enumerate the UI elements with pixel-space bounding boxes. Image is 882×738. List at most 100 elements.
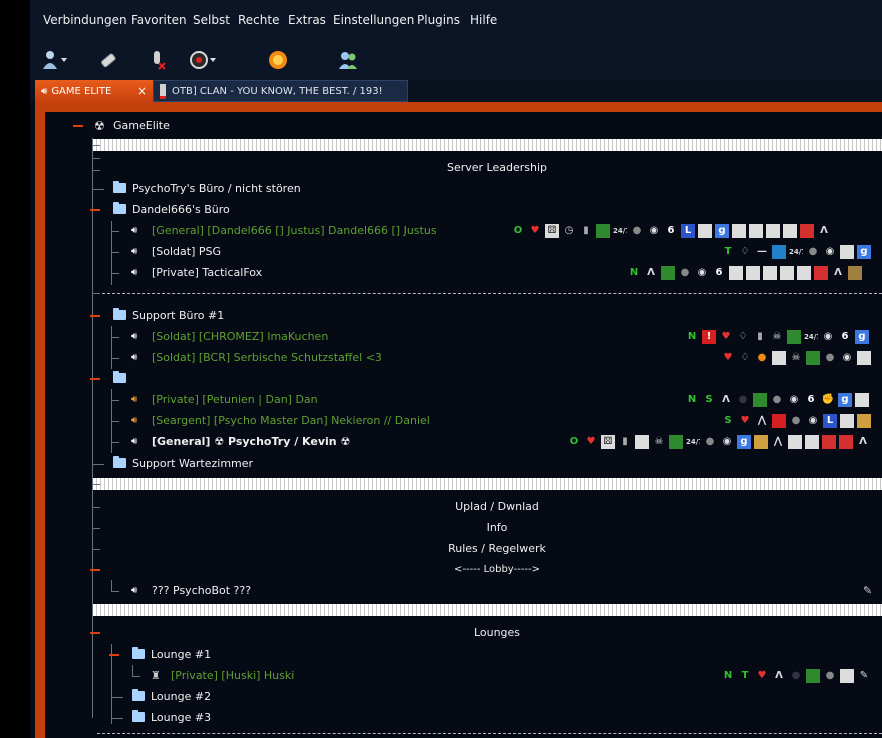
badge-o: O bbox=[513, 225, 523, 236]
tree-guide bbox=[111, 337, 119, 338]
channel-row[interactable]: PsychoTry's Büro / nicht stören bbox=[45, 179, 882, 199]
badge-row: T ♢ — 24/7 ● ◉ g bbox=[721, 245, 871, 259]
channel-row[interactable]: Support Wartezimmer bbox=[45, 454, 882, 474]
edit-icon: ✎ bbox=[863, 584, 873, 597]
tree-guide bbox=[111, 400, 119, 401]
speaker-icon: 🔊︎ bbox=[131, 331, 138, 342]
orb-icon: ◉ bbox=[842, 352, 852, 363]
channel-row[interactable] bbox=[45, 369, 882, 389]
menu-verbindungen[interactable]: Verbindungen bbox=[43, 13, 127, 27]
skull-icon: ☠ bbox=[654, 436, 664, 447]
client-row[interactable]: 🔊︎ [Soldat] PSG T ♢ — 24/7 ● ◉ g bbox=[45, 242, 882, 262]
speaker-icon: 🔊︎ bbox=[41, 85, 48, 97]
menu-rechte[interactable]: Rechte bbox=[238, 13, 279, 27]
red-badge-icon bbox=[822, 435, 836, 449]
channel-row[interactable]: Support Büro #1 bbox=[45, 306, 882, 326]
server-icon bbox=[160, 83, 166, 99]
mute-mic-icon[interactable] bbox=[143, 48, 173, 72]
spacer-title[interactable]: Server Leadership bbox=[105, 161, 882, 174]
contacts-icon[interactable] bbox=[333, 48, 363, 72]
24-7-icon: 24/7 bbox=[686, 438, 700, 446]
channel-row[interactable]: Lounge #3 bbox=[45, 708, 882, 728]
client-row[interactable]: 🔊︎ [General] ☢ PsychoTry / Kevin ☢ O ♥ ⚄… bbox=[45, 432, 882, 452]
game-badge-icon bbox=[806, 351, 820, 365]
tree-guide bbox=[92, 170, 100, 171]
client-name: [Soldat] [CHROMEZ] ImaKuchen bbox=[152, 330, 329, 343]
tab-game-elite[interactable]: 🔊︎ GAME ELITE × bbox=[35, 80, 153, 102]
connect-icon[interactable] bbox=[40, 48, 70, 72]
channel-row[interactable]: Lounge #1 bbox=[45, 645, 882, 665]
orb-icon: ◉ bbox=[825, 246, 835, 257]
spacer-bar bbox=[93, 478, 882, 490]
menu-plugins[interactable]: Plugins bbox=[417, 13, 460, 27]
spacer-info[interactable]: Info bbox=[105, 521, 882, 534]
client-row[interactable]: 🔊︎ [Private] TacticalFox N Λ ● ◉ 6 Λ bbox=[45, 263, 882, 283]
client-row[interactable]: 🔊︎ [Seargent] [Psycho Master Dan] Nekier… bbox=[45, 411, 882, 431]
menu-selbst[interactable]: Selbst bbox=[193, 13, 230, 27]
channel-name: Lounge #1 bbox=[151, 648, 212, 661]
collapse-icon[interactable] bbox=[109, 654, 119, 656]
client-row[interactable]: ♜ [Private] [Huski] Huski N T ♥ Λ ● ● ✎ bbox=[45, 666, 882, 686]
folder-icon bbox=[113, 202, 126, 214]
tree-guide bbox=[111, 231, 119, 232]
tower-icon: ▮ bbox=[757, 331, 763, 342]
badge-row: N S Λ ● ● ◉ 6 ✊ g bbox=[685, 393, 869, 407]
tree-guide bbox=[111, 252, 119, 253]
collapse-icon[interactable] bbox=[90, 632, 100, 634]
badge-row: N T ♥ Λ ● ● ✎ bbox=[721, 669, 871, 683]
menu-einstellungen[interactable]: Einstellungen bbox=[333, 13, 414, 27]
channel-name: Support Wartezimmer bbox=[132, 457, 254, 470]
client-row[interactable]: 🔊︎ [Soldat] [CHROMEZ] ImaKuchen N ! ♥ ♢ … bbox=[45, 327, 882, 347]
client-row[interactable]: 🔊︎ ??? PsychoBot ??? ✎ bbox=[45, 581, 882, 601]
tab-otb-clan[interactable]: OTB] CLAN - YOU KNOW, THE BEST. / 193! bbox=[153, 80, 408, 102]
arrow-badge-icon bbox=[848, 266, 862, 280]
menu-extras[interactable]: Extras bbox=[288, 13, 326, 27]
l-icon: L bbox=[823, 414, 837, 428]
tree-guide bbox=[111, 591, 119, 592]
speaker-active-icon: 🔊︎ bbox=[131, 394, 138, 405]
blob-icon: ● bbox=[772, 394, 782, 405]
six-icon: 6 bbox=[807, 394, 815, 405]
card-icon bbox=[763, 266, 777, 280]
collapse-icon[interactable] bbox=[90, 569, 100, 571]
badge-n: N bbox=[687, 331, 697, 342]
close-icon[interactable]: × bbox=[137, 84, 147, 98]
collapse-icon[interactable] bbox=[90, 209, 100, 211]
channel-row[interactable]: Dandel666's Büro bbox=[45, 200, 882, 220]
chevron-up-icon: Λ bbox=[722, 394, 730, 405]
menu-hilfe[interactable]: Hilfe bbox=[470, 13, 497, 27]
away-icon[interactable] bbox=[188, 48, 218, 72]
server-row[interactable]: ☢ GameElite bbox=[45, 116, 882, 136]
menu-favoriten[interactable]: Favoriten bbox=[131, 13, 187, 27]
spacer-bar bbox=[93, 139, 882, 151]
speaker-icon: 🔊︎ bbox=[131, 225, 138, 236]
channel-row[interactable]: Lounges bbox=[45, 623, 882, 643]
emoticon-icon[interactable] bbox=[263, 48, 293, 72]
client-row[interactable]: 🔊︎ [Soldat] [BCR] Serbische Schutzstaffe… bbox=[45, 348, 882, 368]
collapse-icon[interactable] bbox=[90, 378, 100, 380]
spacer-rules[interactable]: Rules / Regelwerk bbox=[105, 542, 882, 555]
frame-left bbox=[35, 102, 45, 738]
dark-icon: ● bbox=[791, 670, 801, 681]
warrior-icon bbox=[729, 266, 743, 280]
tree-guide bbox=[111, 442, 119, 443]
badge-row: O ♥ ⚄ ▮ ☠ 24/7 ● ◉ g ⋀ Λ bbox=[567, 435, 870, 449]
collapse-icon[interactable] bbox=[90, 315, 100, 317]
tree-guide bbox=[111, 718, 123, 719]
channel-row[interactable] bbox=[45, 560, 882, 580]
client-row[interactable]: 🔊︎ [Private] [Petunien | Dan] Dan N S Λ … bbox=[45, 390, 882, 410]
disconnect-icon[interactable] bbox=[93, 48, 123, 72]
client-row[interactable]: 🔊︎ [General] [Dandel666 [] Justus] Dande… bbox=[45, 221, 882, 241]
six-icon: 6 bbox=[667, 225, 675, 236]
chevron-up-icon: Λ bbox=[834, 267, 842, 278]
tree-guide bbox=[111, 697, 123, 698]
client-name: [Private] [Petunien | Dan] Dan bbox=[152, 393, 318, 406]
collapse-icon[interactable] bbox=[73, 125, 83, 127]
tree-guide bbox=[92, 145, 100, 146]
fist-icon: ✊ bbox=[821, 394, 835, 405]
heart-icon: ♥ bbox=[721, 331, 731, 342]
tree-guide bbox=[92, 528, 100, 529]
spacer-upload[interactable]: Uplad / Dwnlad bbox=[105, 500, 882, 513]
channel-row[interactable]: Lounge #2 bbox=[45, 687, 882, 707]
24-7-icon: 24/7 bbox=[789, 248, 803, 256]
